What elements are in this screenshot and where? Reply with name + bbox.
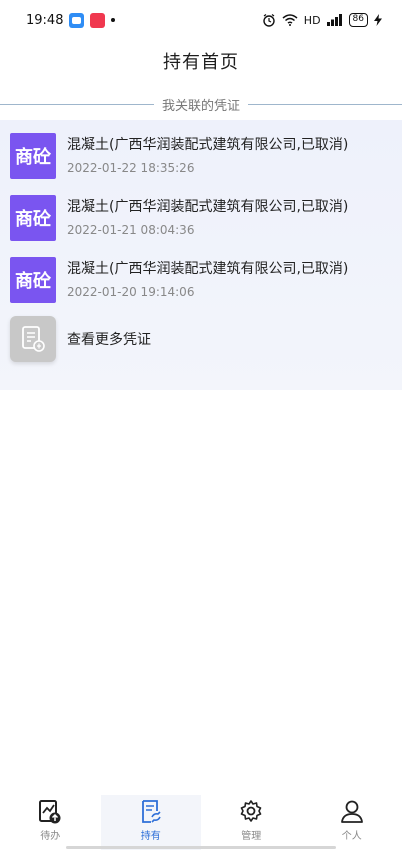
divider-line-right (248, 103, 402, 105)
nav-item-hold[interactable]: 持有 (100, 795, 201, 850)
section-divider: 我关联的凭证 (0, 94, 402, 114)
nav-label-personal: 个人 (341, 831, 362, 842)
voucher-item[interactable]: 商砼 混凝土(广西华润装配式建筑有限公司,已取消) 2022-01-20 19:… (10, 257, 390, 305)
todo-chart-icon (39, 800, 61, 824)
view-more-label: 查看更多凭证 (67, 332, 151, 348)
nav-item-todo[interactable]: 待办 (0, 795, 101, 850)
more-notifications-dot-icon (111, 18, 116, 22)
voucher-type-icon: 商砼 (10, 133, 56, 179)
nav-label-hold: 持有 (140, 831, 161, 842)
alarm-icon (263, 14, 275, 27)
wifi-icon (282, 14, 298, 26)
voucher-date: 2022-01-20 19:14:06 (67, 285, 195, 299)
charging-icon (374, 14, 382, 26)
voucher-title: 混凝土(广西华润装配式建筑有限公司,已取消) (67, 199, 349, 215)
voucher-body: 混凝土(广西华润装配式建筑有限公司,已取消) 2022-01-22 18:35:… (67, 134, 348, 175)
gear-icon (240, 800, 262, 822)
hold-document-icon (141, 800, 161, 823)
nav-item-personal[interactable]: 个人 (302, 795, 402, 850)
nav-label-todo: 待办 (40, 831, 61, 842)
app-notification-red-icon (90, 12, 106, 28)
voucher-type-icon: 商砼 (10, 195, 56, 241)
person-icon (340, 800, 363, 823)
view-more-vouchers[interactable]: 查看更多凭证 (10, 316, 390, 362)
nav-item-manage[interactable]: 管理 (201, 795, 302, 850)
voucher-date: 2022-01-22 18:35:26 (67, 161, 195, 175)
voucher-body: 混凝土(广西华润装配式建筑有限公司,已取消) 2022-01-20 19:14:… (67, 258, 348, 299)
voucher-list: 商砼 混凝土(广西华润装配式建筑有限公司,已取消) 2022-01-22 18:… (0, 120, 402, 390)
page-title: 持有首页 (163, 52, 239, 73)
home-indicator[interactable] (66, 846, 336, 849)
signal-icon (326, 14, 342, 26)
voucher-title: 混凝土(广西华润装配式建筑有限公司,已取消) (67, 137, 349, 153)
network-label: HD (303, 13, 321, 27)
section-title: 我关联的凭证 (162, 98, 241, 114)
status-left: 19:48 (26, 12, 116, 28)
document-icon (10, 316, 56, 362)
status-right: HD 86 (262, 13, 382, 27)
voucher-item[interactable]: 商砼 混凝土(广西华润装配式建筑有限公司,已取消) 2022-01-22 18:… (10, 133, 390, 181)
voucher-date: 2022-01-21 08:04:36 (67, 223, 195, 237)
voucher-type-icon: 商砼 (10, 257, 56, 303)
voucher-title: 混凝土(广西华润装配式建筑有限公司,已取消) (67, 261, 349, 277)
clock-time: 19:48 (26, 12, 64, 28)
app-notification-icon (69, 12, 85, 28)
bottom-nav: 待办 持有 管理 个人 (0, 795, 402, 850)
voucher-body: 混凝土(广西华润装配式建筑有限公司,已取消) 2022-01-21 08:04:… (67, 196, 348, 237)
divider-line-left (0, 103, 154, 105)
voucher-item[interactable]: 商砼 混凝土(广西华润装配式建筑有限公司,已取消) 2022-01-21 08:… (10, 195, 390, 243)
battery-icon: 86 (348, 13, 368, 27)
nav-label-manage: 管理 (241, 831, 262, 842)
status-bar: 19:48 HD 86 (0, 0, 402, 40)
